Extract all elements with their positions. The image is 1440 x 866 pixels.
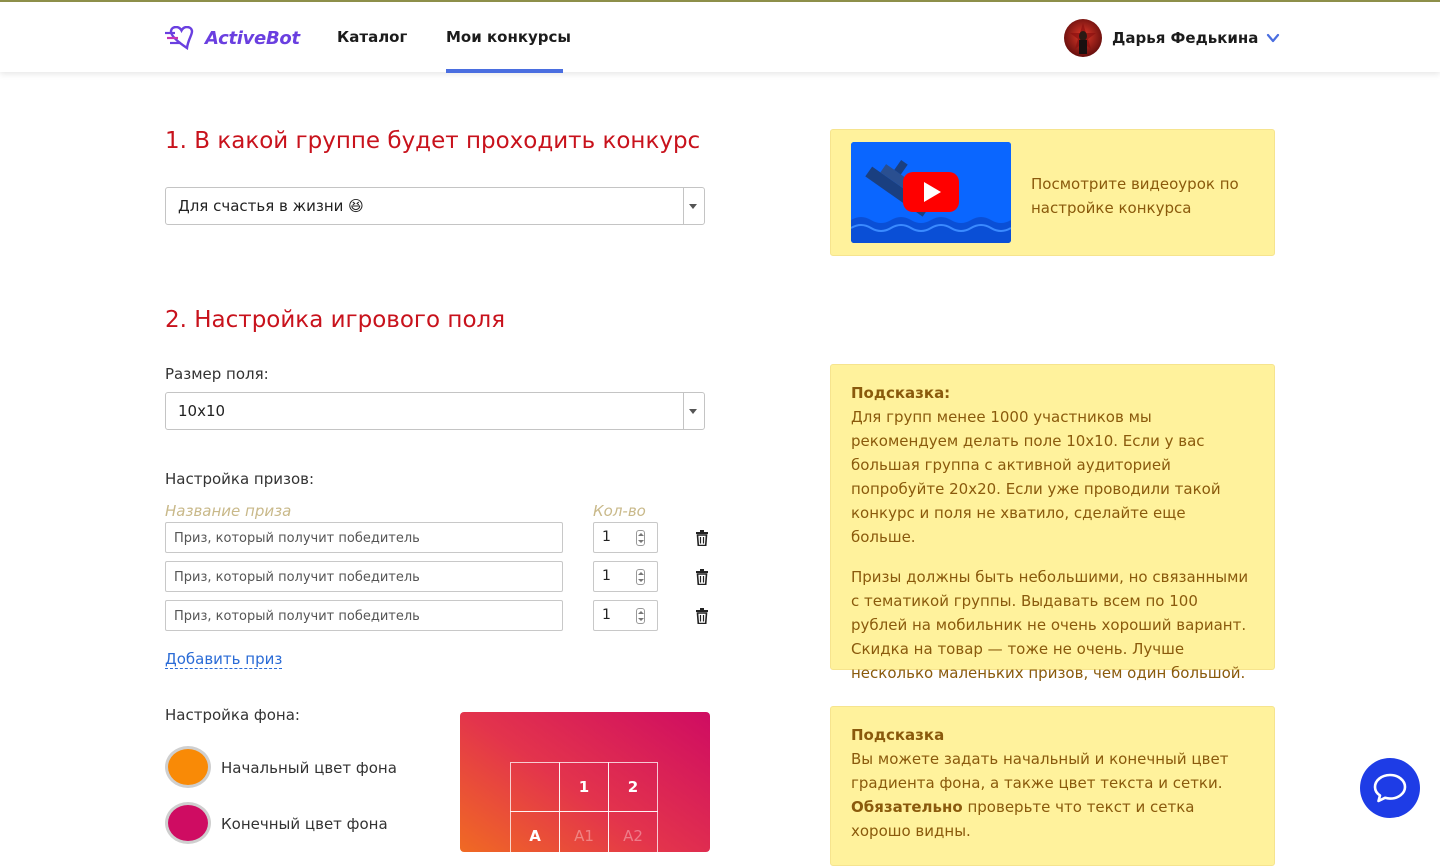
section-title-group: 1. В какой группе будет проходить конкур… xyxy=(165,128,701,154)
prize-name-column-header: Название приза xyxy=(165,502,292,520)
hint-emphasis: Обязательно xyxy=(851,798,963,816)
top-navbar: ActiveBot Каталог Мои конкурсы Дарья Фед… xyxy=(0,0,1440,73)
prize-qty-column-header: Кол-во xyxy=(593,502,646,520)
spinner-icon[interactable] xyxy=(636,608,645,624)
grid-cell: 2 xyxy=(608,762,658,812)
start-color-label: Начальный цвет фона xyxy=(221,759,397,777)
hint-paragraph: Призы должны быть небольшими, но связанн… xyxy=(851,568,1249,682)
chat-button[interactable] xyxy=(1360,758,1420,818)
prizes-label: Настройка призов: xyxy=(165,470,315,488)
hint-paragraph: Обязательно проверьте что текст и сетка … xyxy=(851,795,1254,843)
grid-cell: 1 xyxy=(559,762,609,812)
group-select[interactable]: Для счастья в жизни 😆 xyxy=(165,187,705,225)
grid-cell xyxy=(510,762,560,812)
spinner-icon[interactable] xyxy=(636,530,645,546)
trash-icon[interactable] xyxy=(695,569,709,585)
trash-icon[interactable] xyxy=(695,530,709,546)
field-preview: 1 2 A A1 A2 xyxy=(460,712,710,852)
prize-qty-stepper[interactable]: 1 xyxy=(593,522,658,553)
spinner-icon[interactable] xyxy=(636,569,645,585)
logo-text: ActiveBot xyxy=(205,27,300,49)
avatar xyxy=(1064,19,1102,57)
field-size-label: Размер поля: xyxy=(165,365,269,383)
chat-bubble-icon xyxy=(1373,773,1407,803)
prize-name-input[interactable]: Приз, который получит победитель xyxy=(165,600,563,631)
background-settings-label: Настройка фона: xyxy=(165,706,300,724)
active-nav-indicator xyxy=(446,69,563,73)
prize-qty-value: 1 xyxy=(602,607,611,623)
prize-name-input[interactable]: Приз, который получит победитель xyxy=(165,522,563,553)
hint-title: Подсказка: xyxy=(851,384,951,402)
hint-card-background: Подсказка Вы можете задать начальный и к… xyxy=(830,706,1275,866)
trash-icon[interactable] xyxy=(695,608,709,624)
select-caret-box[interactable] xyxy=(683,188,704,224)
logo[interactable]: ActiveBot xyxy=(165,24,300,52)
prize-qty-value: 1 xyxy=(602,529,611,545)
chevron-down-icon[interactable] xyxy=(1266,31,1280,45)
video-lesson-card: Посмотрите видеоурок по настройке конкур… xyxy=(830,129,1275,256)
field-size-select[interactable]: 10x10 xyxy=(165,392,705,430)
prize-qty-stepper[interactable]: 1 xyxy=(593,561,658,592)
grid-cell: A1 xyxy=(559,811,609,852)
nav-my-contests[interactable]: Мои конкурсы xyxy=(446,28,571,46)
video-thumbnail[interactable] xyxy=(851,142,1011,243)
field-size-value: 10x10 xyxy=(178,402,226,420)
caret-down-icon xyxy=(689,204,697,209)
user-menu[interactable]: Дарья Федькина xyxy=(1064,18,1280,58)
hint-title: Подсказка xyxy=(851,726,945,744)
heart-logo-icon xyxy=(165,26,194,50)
group-select-value: Для счастья в жизни 😆 xyxy=(178,197,364,215)
hint-card-field: Подсказка: Для групп менее 1000 участник… xyxy=(830,364,1275,682)
video-lesson-text[interactable]: Посмотрите видеоурок по настройке конкур… xyxy=(1031,172,1261,220)
select-caret-box[interactable] xyxy=(683,393,704,429)
hint-paragraph: Вы можете задать начальный и конечный цв… xyxy=(851,750,1229,792)
grid-cell: A2 xyxy=(608,811,658,852)
start-color-swatch[interactable] xyxy=(165,746,211,788)
user-name: Дарья Федькина xyxy=(1112,29,1259,47)
hint-paragraph: Для групп менее 1000 участников мы реком… xyxy=(851,408,1221,546)
add-prize-link[interactable]: Добавить приз xyxy=(165,650,283,669)
caret-down-icon xyxy=(689,409,697,414)
grid-cell: A xyxy=(510,811,560,852)
prize-qty-value: 1 xyxy=(602,568,611,584)
nav-catalog[interactable]: Каталог xyxy=(337,28,407,46)
prize-name-input[interactable]: Приз, который получит победитель xyxy=(165,561,563,592)
end-color-label: Конечный цвет фона xyxy=(221,815,388,833)
prize-qty-stepper[interactable]: 1 xyxy=(593,600,658,631)
section-title-field: 2. Настройка игрового поля xyxy=(165,307,506,333)
